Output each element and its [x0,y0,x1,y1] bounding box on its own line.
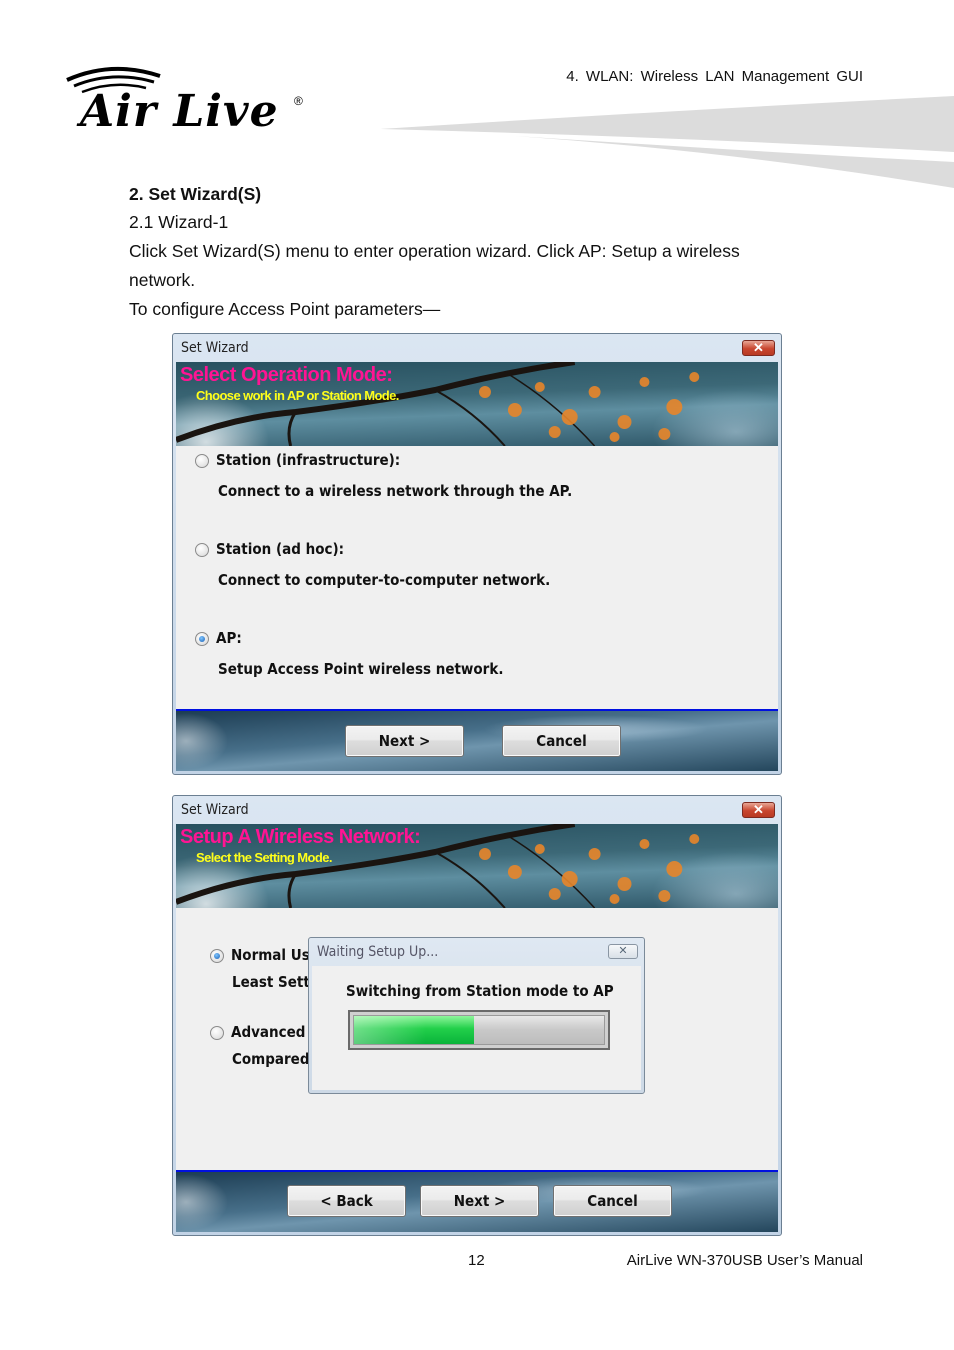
next-button[interactable]: Next > [345,725,464,757]
close-icon: ✕ [618,945,628,957]
radio-normal-user[interactable] [210,949,224,963]
window-title: Set Wizard [181,802,249,818]
wizard-footer: < Back Next > Cancel [176,1170,778,1232]
progress-bar [348,1010,610,1050]
page-number: 12 [468,1252,485,1269]
dialog-title: Waiting Setup Up... [317,944,439,960]
next-button[interactable]: Next > [420,1185,539,1217]
banner-subtitle: Choose work in AP or Station Mode. [196,388,399,403]
option-description: Setup Access Point wireless network. [218,660,504,678]
banner-title: Select Operation Mode: [180,364,393,386]
registered-mark: ® [294,94,303,108]
cancel-button[interactable]: Cancel [502,725,621,757]
waiting-setup-dialog: Waiting Setup Up... ✕ Switching from Sta… [308,937,645,1094]
option-description: Connect to computer-to-computer network. [218,571,551,589]
progress-track [353,1015,605,1045]
cancel-button[interactable]: Cancel [553,1185,672,1217]
option-label: Station (ad hoc): [216,540,345,558]
option-label: Advanced [231,1023,306,1041]
radio-station-adhoc[interactable] [195,543,209,557]
body-text: To configure Access Point parameters— [129,299,441,319]
progress-fill [354,1016,474,1044]
option-description: Least Sett [232,973,310,991]
wizard-body: Station (infrastructure): Connect to a w… [176,446,778,710]
close-icon: ✕ [753,340,764,355]
radio-ap[interactable] [195,632,209,646]
dialog-message: Switching from Station mode to AP [346,982,614,1000]
subsection-title: 2.1 Wizard-1 [129,212,229,232]
section-title: 2. Set Wizard(S) [129,184,262,204]
option-label: Normal Us [231,946,310,964]
header-swoosh-decoration [380,96,954,188]
radio-advanced[interactable] [210,1026,224,1040]
window-title: Set Wizard [181,340,249,356]
close-icon: ✕ [753,802,764,817]
logo-wordmark: Air Live [80,86,279,137]
option-label: Station (infrastructure): [216,451,401,469]
banner-subtitle: Select the Setting Mode. [196,850,332,865]
option-description: Connect to a wireless network through th… [218,482,573,500]
chapter-title: 4. WLAN: Wireless LAN Management GUI [566,68,863,85]
wizard-banner: Select Operation Mode: Choose work in AP… [176,362,778,446]
close-button[interactable]: ✕ [742,802,775,818]
set-wizard-window-operation-mode: Set Wizard ✕ Select Operation Mode: Choo… [172,333,782,775]
dialog-body: Switching from Station mode to AP [312,966,641,1090]
dialog-close-button[interactable]: ✕ [608,944,638,959]
option-description: Compared [232,1050,310,1068]
body-text: network. [129,270,196,290]
wizard-banner: Setup A Wireless Network: Select the Set… [176,824,778,908]
option-label: AP: [216,629,242,647]
close-button[interactable]: ✕ [742,340,775,356]
back-button[interactable]: < Back [287,1185,406,1217]
banner-title: Setup A Wireless Network: [180,826,421,848]
manual-title: AirLive WN-370USB User’s Manual [626,1252,863,1269]
radio-station-infrastructure[interactable] [195,454,209,468]
wizard-footer: Next > Cancel [176,709,778,771]
body-text: Click Set Wizard(S) menu to enter operat… [129,241,740,261]
airlive-logo: Air Live ® [62,64,312,137]
